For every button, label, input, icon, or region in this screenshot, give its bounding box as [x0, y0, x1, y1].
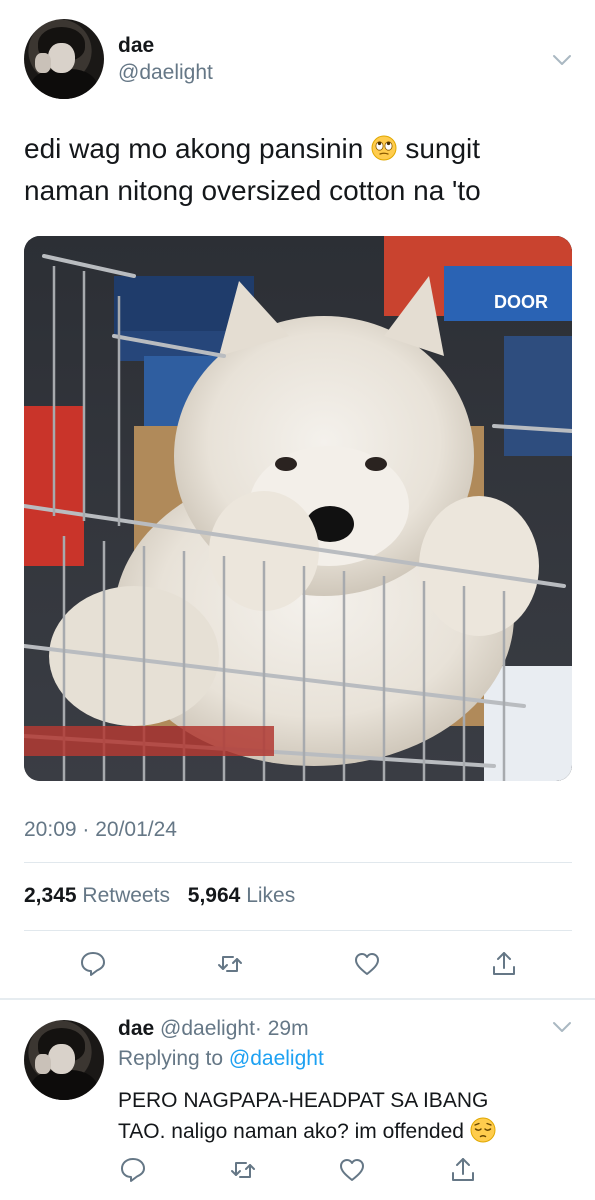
author-avatar[interactable]	[24, 19, 104, 99]
author-display-name[interactable]: dae	[118, 34, 154, 58]
reply-icon[interactable]	[118, 1155, 148, 1185]
share-icon[interactable]	[448, 1155, 478, 1185]
tweet-timestamp[interactable]: 20:09 · 20/01/24	[24, 818, 177, 842]
reply-text: PERO NAGPAPA-HEADPAT SA IBANG TAO. nalig…	[118, 1085, 578, 1147]
retweet-icon[interactable]	[228, 1155, 258, 1185]
tweet-text-line1-after: sungit	[405, 133, 481, 164]
replying-to: Replying to @daelight	[118, 1047, 324, 1071]
retweets-count[interactable]: 2,345	[24, 884, 77, 907]
reply-display-name[interactable]: dae	[118, 1017, 154, 1040]
reply-text-line2: TAO. naligo naman ako? im offended	[118, 1120, 464, 1143]
reply-header: dae @daelight· 29m	[118, 1017, 309, 1041]
like-icon[interactable]	[337, 1155, 367, 1185]
tweet-text-line2: naman nitong oversized cotton na 'to	[24, 175, 481, 206]
pensive-face-emoji	[470, 1117, 496, 1143]
reply-time: · 29m	[254, 1017, 309, 1040]
divider	[24, 862, 572, 863]
retweets-label[interactable]: Retweets	[82, 884, 170, 907]
thread-separator	[0, 998, 595, 1000]
author-handle[interactable]: @daelight	[118, 61, 213, 85]
like-icon[interactable]	[352, 949, 382, 979]
svg-text:DOOR: DOOR	[494, 292, 548, 312]
tweet-stats: 2,345 Retweets 5,964 Likes	[24, 884, 307, 908]
reply-icon[interactable]	[78, 949, 108, 979]
tweet-text-line1: edi wag mo akong pansinin	[24, 133, 364, 164]
share-icon[interactable]	[489, 949, 519, 979]
face-with-rolling-eyes-emoji	[371, 131, 397, 161]
tweet-text: edi wag mo akong pansinin sungit naman ni…	[24, 128, 572, 212]
replying-to-handle-link[interactable]: @daelight	[229, 1047, 324, 1070]
reply-author-avatar[interactable]	[24, 1020, 104, 1100]
likes-count[interactable]: 5,964	[188, 884, 241, 907]
tweet-photo[interactable]: DOOR	[24, 236, 572, 781]
reply-text-line1: PERO NAGPAPA-HEADPAT SA IBANG	[118, 1089, 489, 1112]
divider	[24, 930, 572, 931]
retweet-icon[interactable]	[215, 949, 245, 979]
chevron-down-icon[interactable]	[552, 54, 572, 66]
chevron-down-icon[interactable]	[552, 1021, 572, 1033]
reply-handle[interactable]: @daelight	[160, 1017, 255, 1040]
likes-label[interactable]: Likes	[246, 884, 295, 907]
replying-prefix: Replying to	[118, 1047, 224, 1070]
